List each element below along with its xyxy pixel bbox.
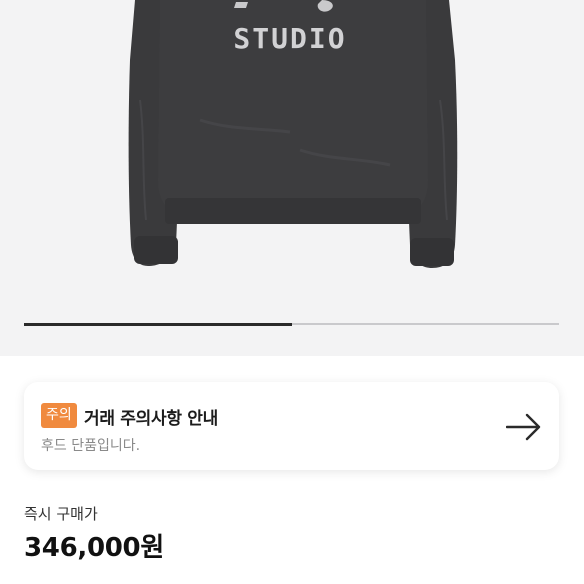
trade-notice-card[interactable]: 주의 거래 주의사항 안내 후드 단품입니다.	[24, 382, 559, 470]
product-image-carousel[interactable]: STUDIO	[0, 0, 584, 356]
hoodie-graphic-text: STUDIO	[233, 22, 346, 55]
price-label: 즉시 구매가	[24, 505, 98, 523]
notice-subtitle: 후드 단품입니다.	[41, 438, 141, 454]
carousel-progress-fill	[24, 322, 292, 326]
carousel-progress-track	[24, 322, 559, 326]
price-value: 346,000원	[24, 533, 164, 563]
arrow-right-icon[interactable]	[506, 413, 542, 441]
caution-badge: 주의	[41, 403, 77, 428]
hoodie-product-image: STUDIO	[128, 0, 458, 268]
notice-title: 거래 주의사항 안내	[84, 409, 218, 429]
